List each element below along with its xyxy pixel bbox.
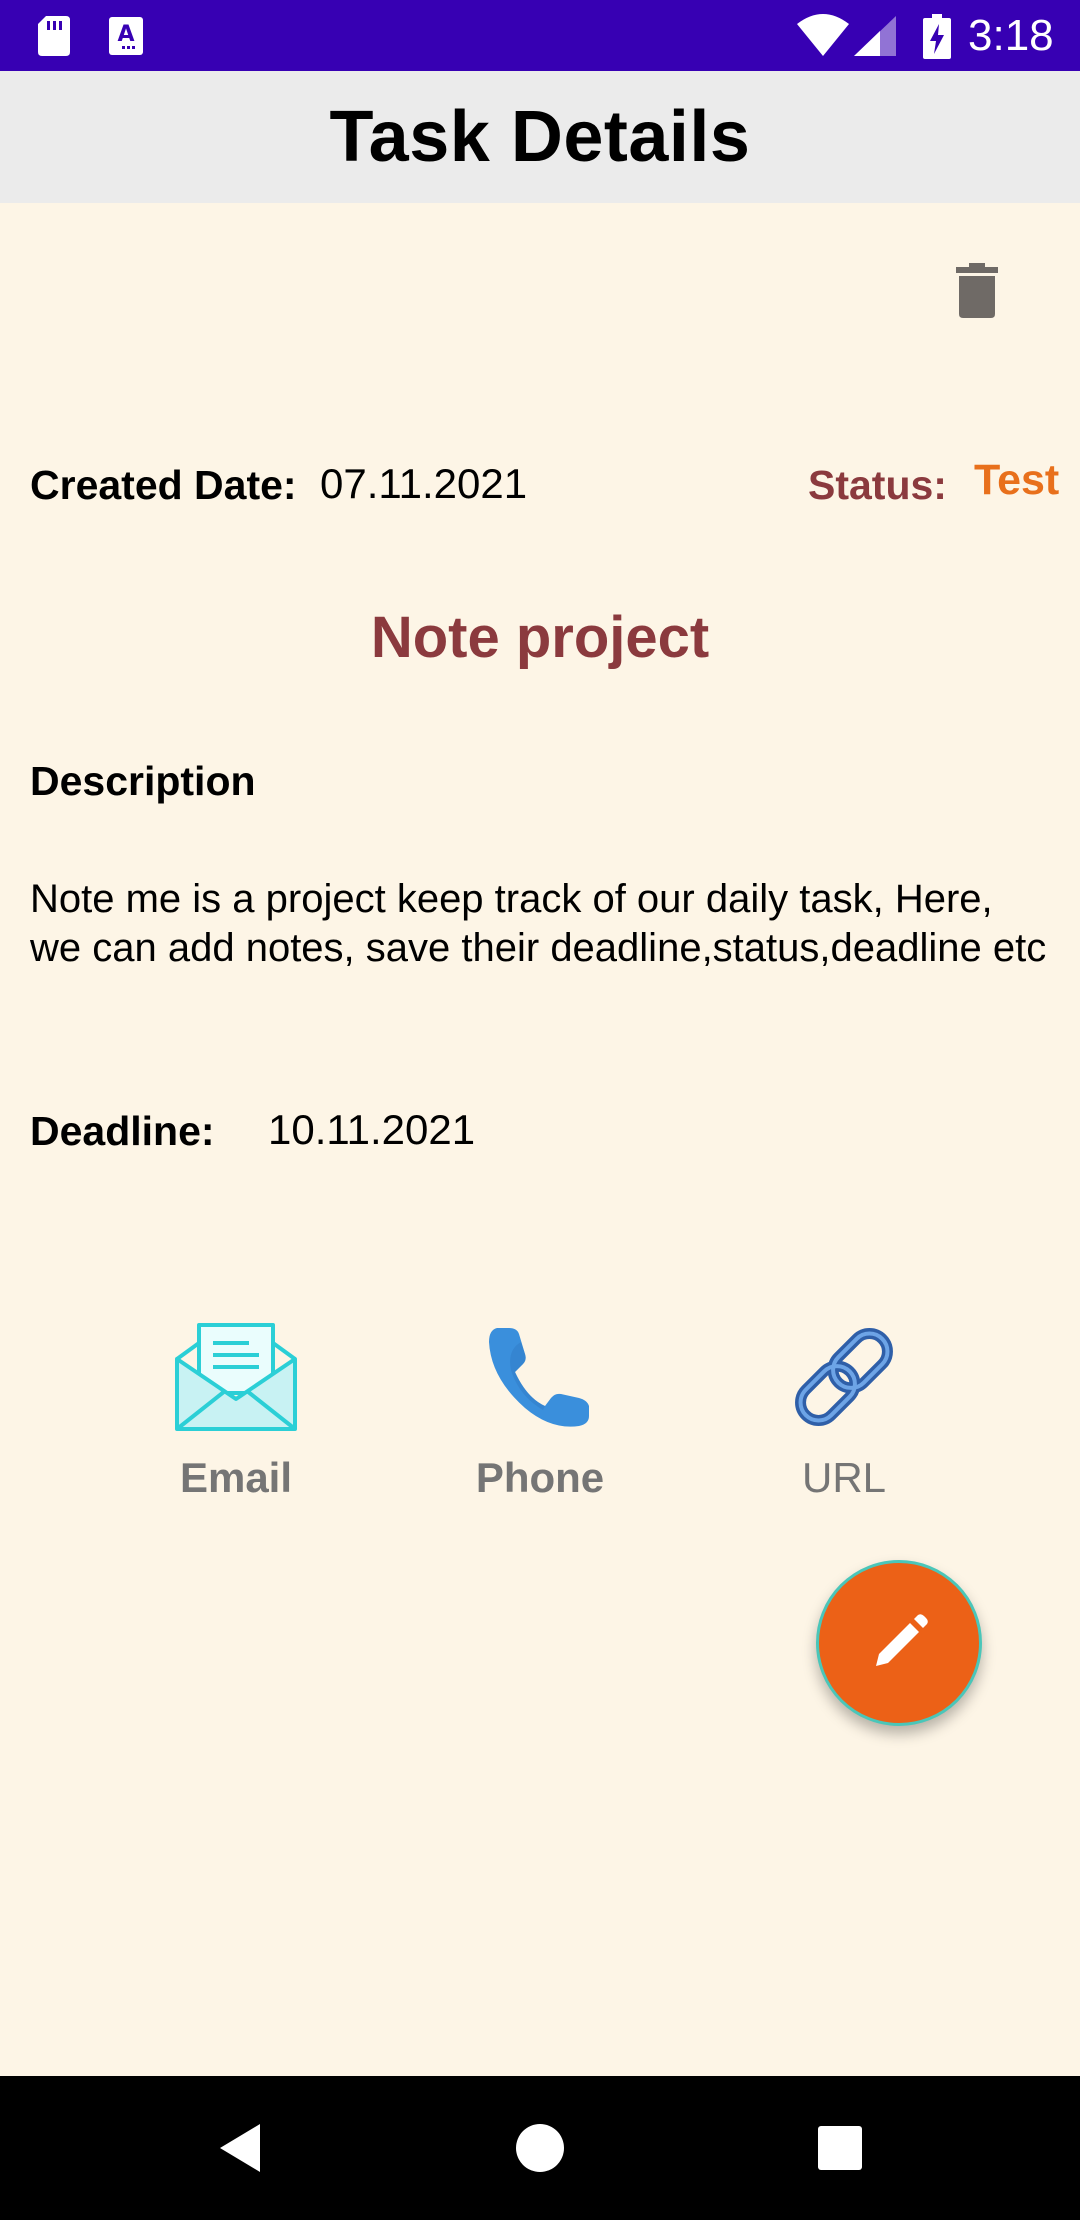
- recents-icon: [818, 2126, 862, 2170]
- app-bar: Task Details: [0, 71, 1080, 203]
- status-time: 3:18: [968, 11, 1054, 60]
- description-heading: Description: [30, 758, 256, 804]
- status-value: Test: [974, 456, 1060, 504]
- created-date-label: Created Date:: [30, 462, 297, 508]
- edit-fab[interactable]: [816, 1560, 982, 1726]
- svg-text:A: A: [117, 22, 134, 47]
- delete-button[interactable]: [940, 254, 1014, 328]
- back-icon: [220, 2124, 260, 2172]
- pencil-icon: [876, 1614, 928, 1666]
- status-bar: A 3:18: [0, 0, 1080, 71]
- home-button[interactable]: [512, 2120, 568, 2176]
- email-button[interactable]: Email: [136, 1312, 336, 1502]
- url-button[interactable]: URL: [744, 1312, 944, 1502]
- phone-label: Phone: [475, 1454, 605, 1501]
- wifi-icon: [797, 14, 849, 56]
- status-label: Status:: [808, 462, 947, 508]
- signal-icon: [854, 16, 896, 56]
- email-icon: [175, 1323, 297, 1431]
- navigation-bar: [0, 2076, 1080, 2220]
- recents-button[interactable]: [812, 2120, 868, 2176]
- phone-button[interactable]: Phone: [440, 1312, 640, 1502]
- deadline-value: 10.11.2021: [268, 1106, 476, 1153]
- description-text: Note me is a project keep track of our d…: [30, 877, 1047, 970]
- page-title: Task Details: [329, 97, 751, 177]
- created-date-value: 07.11.2021: [320, 460, 528, 507]
- task-title: Note project: [370, 605, 710, 670]
- phone-icon: [489, 1328, 589, 1427]
- home-icon: [516, 2124, 564, 2172]
- email-label: Email: [179, 1454, 293, 1501]
- url-label: URL: [801, 1454, 887, 1501]
- a-notification-icon: A: [109, 17, 143, 55]
- trash-icon: [956, 263, 998, 318]
- back-button[interactable]: [212, 2120, 268, 2176]
- battery-charging-icon: [923, 14, 951, 59]
- link-icon: [795, 1328, 893, 1426]
- sd-card-icon: [38, 16, 70, 56]
- deadline-label: Deadline:: [30, 1108, 215, 1154]
